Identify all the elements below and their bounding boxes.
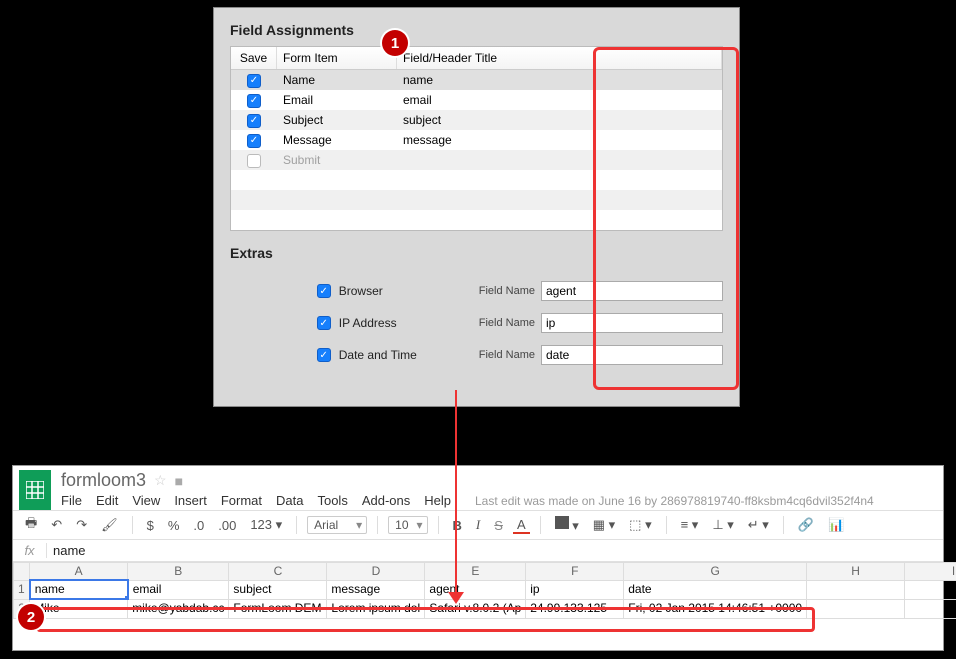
cell[interactable]: [807, 599, 905, 618]
dec-more[interactable]: .00: [214, 518, 240, 533]
menu-insert[interactable]: Insert: [174, 493, 207, 508]
col-header[interactable]: H: [807, 563, 905, 581]
borders-icon[interactable]: ▦ ▾: [589, 517, 619, 533]
grid-row: 1 name email subject message agent ip da…: [14, 580, 956, 599]
cell[interactable]: date: [624, 580, 807, 599]
menu-view[interactable]: View: [132, 493, 160, 508]
annotation-arrow-head-icon: [448, 592, 464, 604]
h-align-icon[interactable]: ≡ ▾: [677, 517, 703, 533]
font-select[interactable]: Arial: [307, 516, 367, 534]
extra-label: Browser: [339, 284, 479, 298]
col-header[interactable]: C: [229, 563, 327, 581]
print-icon[interactable]: 🖶: [21, 514, 41, 536]
wrap-icon[interactable]: ↵ ▾: [744, 517, 773, 533]
col-header[interactable]: I: [905, 563, 956, 581]
merge-icon[interactable]: ⬚ ▾: [625, 517, 655, 533]
checkbox-icon[interactable]: ✓: [247, 74, 261, 88]
italic-button[interactable]: I: [472, 517, 484, 533]
formula-value[interactable]: name: [47, 543, 86, 558]
menu-edit[interactable]: Edit: [96, 493, 118, 508]
cell[interactable]: message: [327, 580, 425, 599]
text-color-button[interactable]: A: [513, 517, 530, 534]
doc-title[interactable]: formloom3: [61, 470, 146, 491]
checkbox-icon[interactable]: ✓: [317, 348, 331, 362]
row-item: Message: [277, 130, 397, 150]
row-number[interactable]: 1: [14, 580, 30, 599]
cell[interactable]: [905, 580, 956, 599]
checkbox-icon[interactable]: ✓: [317, 316, 331, 330]
cell[interactable]: [807, 580, 905, 599]
annotation-arrow-line: [455, 390, 457, 597]
toolbar: 🖶 ↶ ↷ 🖌 $ % .0 .00 123 ▾ Arial 10 B I S …: [13, 510, 943, 540]
cell[interactable]: subject: [229, 580, 327, 599]
col-header[interactable]: A: [30, 563, 128, 581]
extra-label: IP Address: [339, 316, 479, 330]
star-icon[interactable]: ☆: [154, 472, 167, 489]
column-headers: A B C D E F G H I: [14, 563, 956, 581]
fx-icon: fx: [13, 543, 47, 558]
row-item: Submit: [277, 150, 397, 170]
checkbox-icon[interactable]: ✓: [247, 94, 261, 108]
num-format[interactable]: 123 ▾: [246, 517, 286, 533]
last-edit-text: Last edit was made on June 16 by 2869788…: [475, 494, 874, 508]
field-name-label: Field Name: [479, 285, 535, 297]
format-percent[interactable]: %: [164, 518, 184, 533]
cell[interactable]: agent: [425, 580, 526, 599]
redo-icon[interactable]: ↷: [72, 517, 91, 533]
menu-bar: File Edit View Insert Format Data Tools …: [61, 493, 937, 508]
row-item: Subject: [277, 110, 397, 130]
undo-icon[interactable]: ↶: [47, 517, 66, 533]
checkbox-icon[interactable]: [247, 154, 261, 168]
annotation-highlight-bottom: [36, 607, 815, 632]
cell[interactable]: [905, 599, 956, 618]
section-title-field-assignments: Field Assignments: [214, 8, 739, 46]
extra-label: Date and Time: [339, 348, 479, 362]
bold-button[interactable]: B: [449, 518, 466, 533]
cell[interactable]: ip: [526, 580, 624, 599]
menu-format[interactable]: Format: [221, 493, 262, 508]
corner-cell[interactable]: [14, 563, 30, 581]
annotation-highlight-top: [593, 47, 739, 390]
cell[interactable]: email: [128, 580, 229, 599]
chart-icon[interactable]: 📊: [824, 517, 848, 533]
fill-color-icon[interactable]: ▾: [551, 516, 583, 534]
v-align-icon[interactable]: ⊥ ▾: [708, 517, 737, 533]
row-item: Email: [277, 90, 397, 110]
font-size-select[interactable]: 10: [388, 516, 427, 534]
col-header-item[interactable]: Form Item: [277, 47, 397, 69]
dec-less[interactable]: .0: [189, 518, 208, 533]
checkbox-icon[interactable]: ✓: [317, 284, 331, 298]
row-item: Name: [277, 70, 397, 90]
docbar: formloom3 ☆ ■ File Edit View Insert Form…: [13, 466, 943, 510]
menu-addons[interactable]: Add-ons: [362, 493, 410, 508]
menu-help[interactable]: Help: [424, 493, 451, 508]
menu-file[interactable]: File: [61, 493, 82, 508]
menu-tools[interactable]: Tools: [317, 493, 347, 508]
strike-button[interactable]: S: [490, 518, 507, 533]
checkbox-icon[interactable]: ✓: [247, 134, 261, 148]
link-icon[interactable]: 🔗: [794, 517, 818, 533]
col-header-save[interactable]: Save: [231, 47, 277, 69]
paint-format-icon[interactable]: 🖌: [97, 517, 122, 533]
cell[interactable]: name: [30, 580, 128, 599]
annotation-badge-2: 2: [18, 604, 44, 630]
format-currency[interactable]: $: [143, 518, 158, 533]
col-header[interactable]: G: [624, 563, 807, 581]
annotation-badge-1: 1: [382, 30, 408, 56]
sheets-app-icon[interactable]: [19, 470, 51, 510]
col-header[interactable]: F: [526, 563, 624, 581]
formula-bar: fx name: [13, 540, 943, 562]
col-header[interactable]: B: [128, 563, 229, 581]
field-name-label: Field Name: [479, 317, 535, 329]
folder-icon[interactable]: ■: [175, 473, 183, 489]
checkbox-icon[interactable]: ✓: [247, 114, 261, 128]
col-header[interactable]: E: [425, 563, 526, 581]
field-name-label: Field Name: [479, 349, 535, 361]
col-header[interactable]: D: [327, 563, 425, 581]
menu-data[interactable]: Data: [276, 493, 303, 508]
